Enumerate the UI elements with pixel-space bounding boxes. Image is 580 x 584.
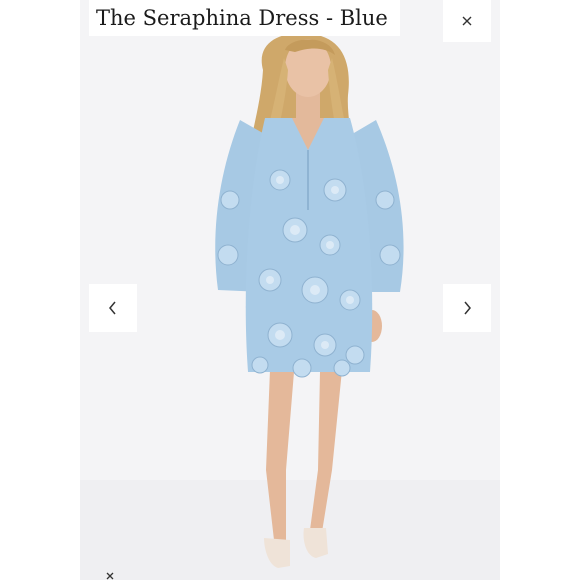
product-title: The Seraphina Dress - Blue <box>89 0 400 36</box>
partial-close-icon <box>100 570 120 584</box>
model-photo <box>80 33 500 580</box>
product-image <box>80 0 500 580</box>
close-button[interactable] <box>443 0 491 42</box>
previous-image-button[interactable] <box>89 284 137 332</box>
close-icon <box>462 16 472 26</box>
chevron-right-icon <box>464 301 471 315</box>
chevron-left-icon <box>109 301 116 315</box>
next-image-button[interactable] <box>443 284 491 332</box>
